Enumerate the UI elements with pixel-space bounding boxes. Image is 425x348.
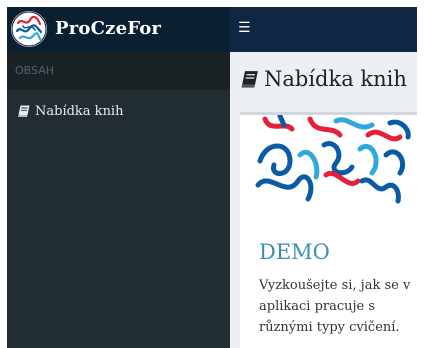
book-icon bbox=[240, 69, 260, 89]
brand[interactable]: ProCzeFor bbox=[7, 7, 230, 52]
card-illustration bbox=[240, 115, 417, 212]
app-window: ProCzeFor ☰ OBSAH Nabídka knih Nabídka k… bbox=[7, 7, 417, 348]
sidebar-item-label: Nabídka knih bbox=[35, 103, 124, 119]
card-description: Vyzkoušejte si, jak se v aplikaci pracuj… bbox=[259, 278, 411, 335]
main-content: Nabídka knih DEMO Vyzkoušejte si, jak se… bbox=[230, 52, 417, 348]
logo-icon bbox=[11, 11, 47, 47]
sidebar-header: OBSAH bbox=[7, 52, 230, 90]
hamburger-icon[interactable]: ☰ bbox=[238, 20, 251, 36]
page-title-text: Nabídka knih bbox=[264, 67, 407, 91]
page-title: Nabídka knih bbox=[240, 67, 407, 91]
sidebar-item-book-offer[interactable]: Nabídka knih bbox=[7, 90, 230, 132]
app-title: ProCzeFor bbox=[55, 18, 162, 39]
book-card[interactable]: DEMO Vyzkoušejte si, jak se v aplikaci p… bbox=[240, 112, 417, 348]
top-navbar: ProCzeFor ☰ bbox=[7, 7, 417, 52]
card-title[interactable]: DEMO bbox=[259, 240, 330, 264]
sidebar: OBSAH Nabídka knih bbox=[7, 52, 230, 348]
book-icon bbox=[17, 104, 31, 118]
